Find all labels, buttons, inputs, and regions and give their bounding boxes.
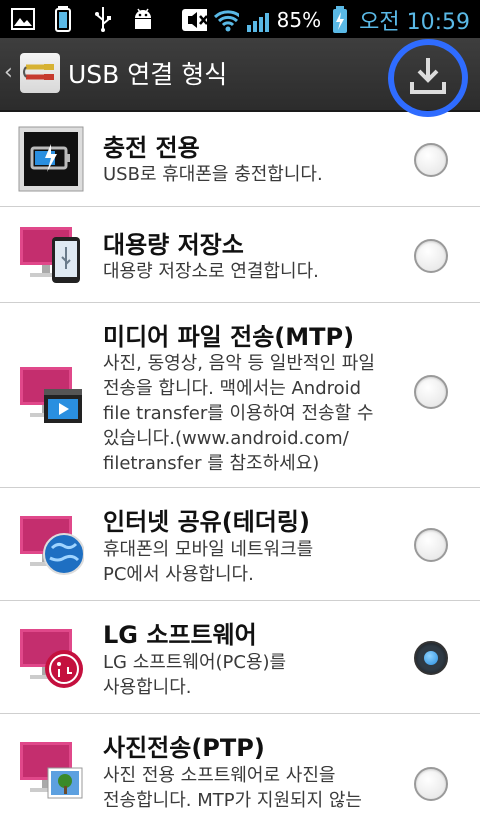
action-bar: ‹ USB 연결 형식 [0,38,480,118]
lg-software-icon [18,623,84,689]
clock: 오전 10:59 [359,10,470,35]
option-media-transfer-mtp[interactable]: 미디어 파일 전송(MTP) 사진, 동영상, 음악 등 일반적인 파일 전송을… [0,303,480,488]
photo-transfer-icon [18,736,84,802]
radio-internet-sharing[interactable] [414,528,448,562]
option-lg-software[interactable]: LG 소프트웨어 LG 소프트웨어(PC용)를 사용합니다. [0,601,480,714]
radio-photo-transfer-ptp[interactable] [414,767,448,801]
option-description: 사진, 동영상, 음악 등 일반적인 파일 전송을 합니다. 맥에서는 Andr… [103,353,375,474]
usb-cable-app-icon[interactable] [20,53,60,93]
option-description: 사진 전용 소프트웨어로 사진을 전송합니다. MTP가 지원되지 않는 [103,765,362,811]
option-description: 휴대폰의 모바일 네트워크를 PC에서 사용합니다. [103,539,314,585]
back-chevron-icon[interactable]: ‹ [4,60,13,85]
option-title: 사진전송(PTP) [103,734,265,762]
option-title: 대용량 저장소 [103,231,244,259]
option-description: USB로 휴대폰을 충전합니다. [103,164,323,185]
option-mass-storage[interactable]: 대용량 저장소 대용량 저장소로 연결합니다. [0,207,480,303]
download-button[interactable] [388,38,468,118]
option-charge-only[interactable]: 충전 전용 USB로 휴대폰을 충전합니다. [0,110,480,207]
option-title: 인터넷 공유(테더링) [103,508,310,536]
radio-charge-only[interactable] [414,143,448,177]
media-transfer-icon [18,361,84,427]
wifi-icon [213,7,239,33]
signal-icon [245,7,271,33]
usb-connection-options: 충전 전용 USB로 휴대폰을 충전합니다. 대용량 저장소 대용량 저장소로 … [0,110,480,834]
charge-icon [18,126,84,192]
option-title: 미디어 파일 전송(MTP) [103,323,355,351]
page-title: USB 연결 형식 [68,60,228,89]
radio-mass-storage[interactable] [414,239,448,273]
battery-charging-icon [327,6,353,33]
usb-icon [90,6,116,32]
internet-sharing-icon [18,510,85,576]
status-bar: 85% 오전 10:59 [0,0,480,38]
option-internet-sharing[interactable]: 인터넷 공유(테더링) 휴대폰의 모바일 네트워크를 PC에서 사용합니다. [0,488,480,601]
battery-percent: 85% [276,8,322,32]
option-description: LG 소프트웨어(PC용)를 사용합니다. [103,652,287,698]
battery-saver-icon [50,6,76,32]
option-photo-transfer-ptp[interactable]: 사진전송(PTP) 사진 전용 소프트웨어로 사진을 전송합니다. MTP가 지… [0,714,480,834]
android-debug-icon [130,6,156,32]
option-description: 대용량 저장소로 연결합니다. [103,261,319,282]
radio-lg-software-selected[interactable] [414,641,448,675]
radio-media-transfer-mtp[interactable] [414,375,448,409]
mute-icon [181,7,207,33]
option-title: 충전 전용 [103,134,200,162]
gallery-icon [10,6,36,32]
mass-storage-icon [18,221,84,287]
option-title: LG 소프트웨어 [103,621,257,649]
radio-selected-dot [424,651,438,665]
download-icon [410,58,446,94]
